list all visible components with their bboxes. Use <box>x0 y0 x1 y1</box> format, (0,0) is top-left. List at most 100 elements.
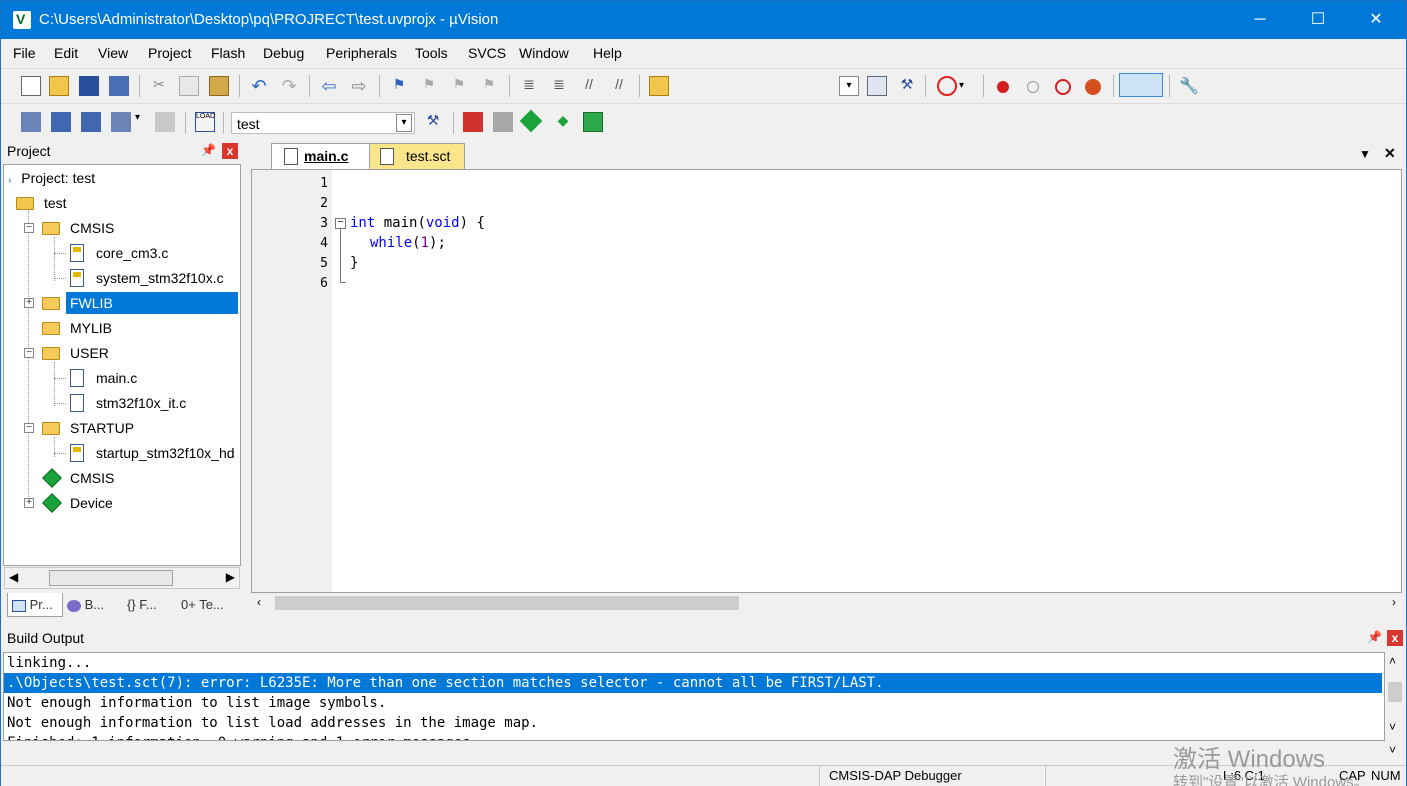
find-icon[interactable] <box>867 76 887 96</box>
indent-icon[interactable]: ≣ <box>519 76 539 96</box>
build-icon[interactable] <box>51 112 71 132</box>
copy-icon[interactable] <box>179 76 199 96</box>
find-dropdown[interactable]: ▾ <box>839 76 859 96</box>
tab-test-sct[interactable]: test.sct <box>369 143 465 169</box>
configure-icon[interactable]: 🔧 <box>1179 76 1199 96</box>
expand-device-toggle[interactable]: + <box>24 498 34 508</box>
collapse-user-toggle[interactable]: − <box>24 348 34 358</box>
find-in-files-icon[interactable] <box>649 76 669 96</box>
batch-dropdown-icon[interactable]: ▾ <box>135 112 147 132</box>
scroll-thumb[interactable] <box>1388 682 1402 702</box>
download-icon[interactable]: LOAD <box>195 112 215 132</box>
scroll-right-icon[interactable]: ▶ <box>226 570 235 584</box>
group-cmsis[interactable]: CMSIS <box>42 217 222 239</box>
scroll-left-icon[interactable]: ◀ <box>9 570 18 584</box>
uncomment-icon[interactable]: // <box>609 76 629 96</box>
scroll-thumb[interactable] <box>275 596 739 610</box>
collapse-startup-toggle[interactable]: − <box>24 423 34 433</box>
disable-all-breakpoints-icon[interactable] <box>1055 79 1071 95</box>
scroll-thumb[interactable] <box>49 570 173 586</box>
tab-books[interactable]: B... <box>67 593 104 617</box>
maximize-button[interactable]: ☐ <box>1289 1 1347 39</box>
pack-installer-icon[interactable] <box>583 112 603 132</box>
clear-bookmarks-icon[interactable]: ⚑ <box>479 76 499 96</box>
project-root-node[interactable]: › Project: test <box>8 167 95 189</box>
batch-build-icon[interactable] <box>111 112 131 132</box>
rebuild-icon[interactable] <box>81 112 101 132</box>
file-system-stm32[interactable]: system_stm32f10x.c <box>68 267 238 289</box>
build-output-pane[interactable]: linking... .\Objects\test.sct(7): error:… <box>3 652 1385 741</box>
paste-icon[interactable] <box>209 76 229 96</box>
navigate-back-icon[interactable]: ⇦ <box>319 76 339 96</box>
incremental-find-icon[interactable]: ⚒ <box>897 76 917 96</box>
fold-toggle[interactable]: − <box>335 218 346 229</box>
stop-build-icon[interactable] <box>155 112 175 132</box>
file-core-cm3[interactable]: core_cm3.c <box>68 242 238 264</box>
new-file-icon[interactable] <box>21 76 41 96</box>
file-extensions-icon[interactable] <box>463 112 483 132</box>
scroll-down-icon[interactable]: ˅ <box>1389 720 1396 734</box>
kill-all-breakpoints-icon[interactable] <box>1085 79 1101 95</box>
translate-icon[interactable] <box>21 112 41 132</box>
build-vscrollbar[interactable]: ˄ ˅ <box>1385 652 1405 741</box>
menu-tools[interactable]: Tools <box>415 45 448 61</box>
menu-peripherals[interactable]: Peripherals <box>326 45 397 61</box>
pin-icon[interactable]: 📌 <box>1367 630 1382 644</box>
prev-bookmark-icon[interactable]: ⚑ <box>419 76 439 96</box>
code-editor[interactable]: 1 2 3 4 5 6 − int main(void) { while(1);… <box>251 169 1402 593</box>
bookmark-icon[interactable]: ⚑ <box>389 76 409 96</box>
navigate-forward-icon[interactable]: ⇨ <box>349 76 369 96</box>
tree-hscrollbar[interactable]: ◀ ▶ <box>4 567 240 589</box>
tab-project[interactable]: Pr... <box>7 593 63 617</box>
close-tab-button[interactable]: ✕ <box>1384 145 1396 162</box>
undo-icon[interactable]: ↶ <box>249 76 269 96</box>
menu-svcs[interactable]: SVCS <box>468 45 506 61</box>
file-startup[interactable]: startup_stm32f10x_hd <box>68 442 240 464</box>
target-options-icon[interactable]: ⚒ <box>423 112 443 132</box>
insert-breakpoint-icon[interactable] <box>997 81 1009 93</box>
menu-window[interactable]: Window <box>519 45 569 61</box>
manage-runtime-icon[interactable] <box>519 109 543 133</box>
group-startup[interactable]: STARTUP <box>42 417 222 439</box>
menu-file[interactable]: File <box>13 45 36 61</box>
scroll-down-icon[interactable]: ˅ <box>1389 743 1396 757</box>
select-packs-icon[interactable]: ◆ <box>553 112 573 132</box>
component-device[interactable]: Device <box>42 492 222 514</box>
scroll-right-icon[interactable]: › <box>1392 595 1396 609</box>
menu-flash[interactable]: Flash <box>211 45 245 61</box>
close-panel-button[interactable]: x <box>1387 630 1403 646</box>
comment-icon[interactable]: // <box>579 76 599 96</box>
menu-view[interactable]: View <box>98 45 128 61</box>
scroll-up-icon[interactable]: ˄ <box>1389 654 1396 668</box>
file-stm32-it[interactable]: stm32f10x_it.c <box>68 392 238 414</box>
menu-help[interactable]: Help <box>593 45 622 61</box>
expand-fwlib-toggle[interactable]: + <box>24 298 34 308</box>
build-line-error[interactable]: .\Objects\test.sct(7): error: L6235E: Mo… <box>4 673 1382 693</box>
debug-dropdown-icon[interactable]: ▾ <box>959 76 973 96</box>
tab-templates[interactable]: 0+ Te... <box>181 593 224 617</box>
chevron-down-icon[interactable]: ▾ <box>396 114 412 132</box>
minimize-button[interactable]: ─ <box>1231 1 1289 39</box>
menu-debug[interactable]: Debug <box>263 45 304 61</box>
group-mylib[interactable]: MYLIB <box>42 317 222 339</box>
target-select[interactable]: test ▾ <box>231 112 415 134</box>
group-fwlib[interactable]: FWLIB <box>66 292 238 314</box>
disable-breakpoint-icon[interactable] <box>1027 81 1039 93</box>
close-panel-button[interactable]: x <box>222 143 238 159</box>
component-cmsis[interactable]: CMSIS <box>42 467 222 489</box>
file-main-c[interactable]: main.c <box>68 367 238 389</box>
scroll-left-icon[interactable]: ‹ <box>257 595 261 609</box>
redo-icon[interactable]: ↷ <box>279 76 299 96</box>
cut-icon[interactable]: ✂ <box>149 76 169 96</box>
next-bookmark-icon[interactable]: ⚑ <box>449 76 469 96</box>
open-file-icon[interactable] <box>49 76 69 96</box>
close-button[interactable]: ✕ <box>1347 1 1405 39</box>
manage-project-items-icon[interactable] <box>493 112 513 132</box>
menu-edit[interactable]: Edit <box>54 45 78 61</box>
save-icon[interactable] <box>79 76 99 96</box>
collapse-cmsis-toggle[interactable]: − <box>24 223 34 233</box>
window-layout-button[interactable] <box>1119 73 1163 97</box>
tab-list-icon[interactable]: ▼ <box>1359 147 1371 161</box>
editor-hscrollbar[interactable]: ‹ › <box>251 593 1402 613</box>
menu-project[interactable]: Project <box>148 45 192 61</box>
